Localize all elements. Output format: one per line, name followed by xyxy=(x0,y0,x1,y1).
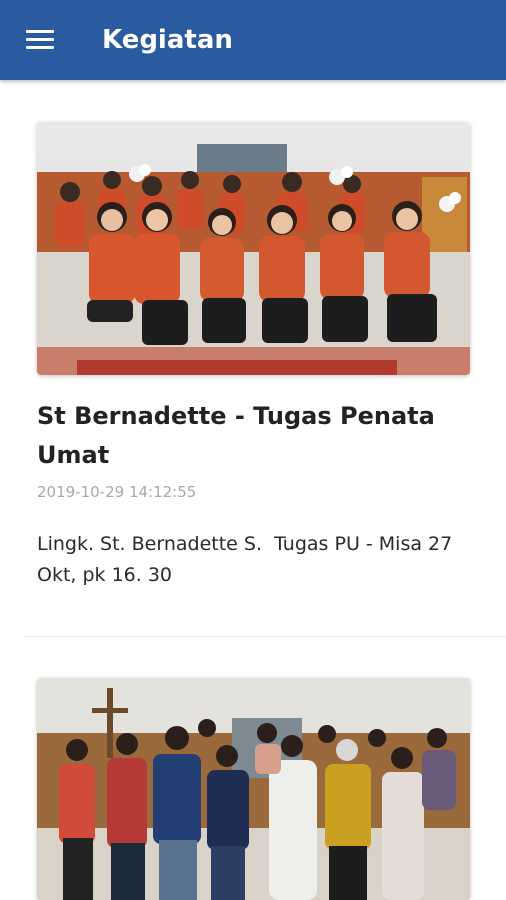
activity-feed[interactable]: St Bernadette - Tugas Penata Umat 2019-1… xyxy=(0,80,506,900)
hamburger-menu-icon[interactable] xyxy=(26,28,54,50)
activity-photo[interactable] xyxy=(37,122,470,375)
activity-card[interactable] xyxy=(37,678,470,900)
activity-date: 2019-10-29 14:12:55 xyxy=(37,483,197,501)
activity-description: Lingk. St. Bernadette S. Tugas PU - Misa… xyxy=(37,533,459,586)
card-divider xyxy=(24,636,506,637)
page-title: Kegiatan xyxy=(102,25,233,55)
activity-title[interactable]: St Bernadette - Tugas Penata Umat xyxy=(37,397,470,475)
app-bar: Kegiatan xyxy=(0,0,506,80)
activity-card[interactable]: St Bernadette - Tugas Penata Umat 2019-1… xyxy=(37,122,470,591)
activity-photo[interactable] xyxy=(37,678,470,900)
